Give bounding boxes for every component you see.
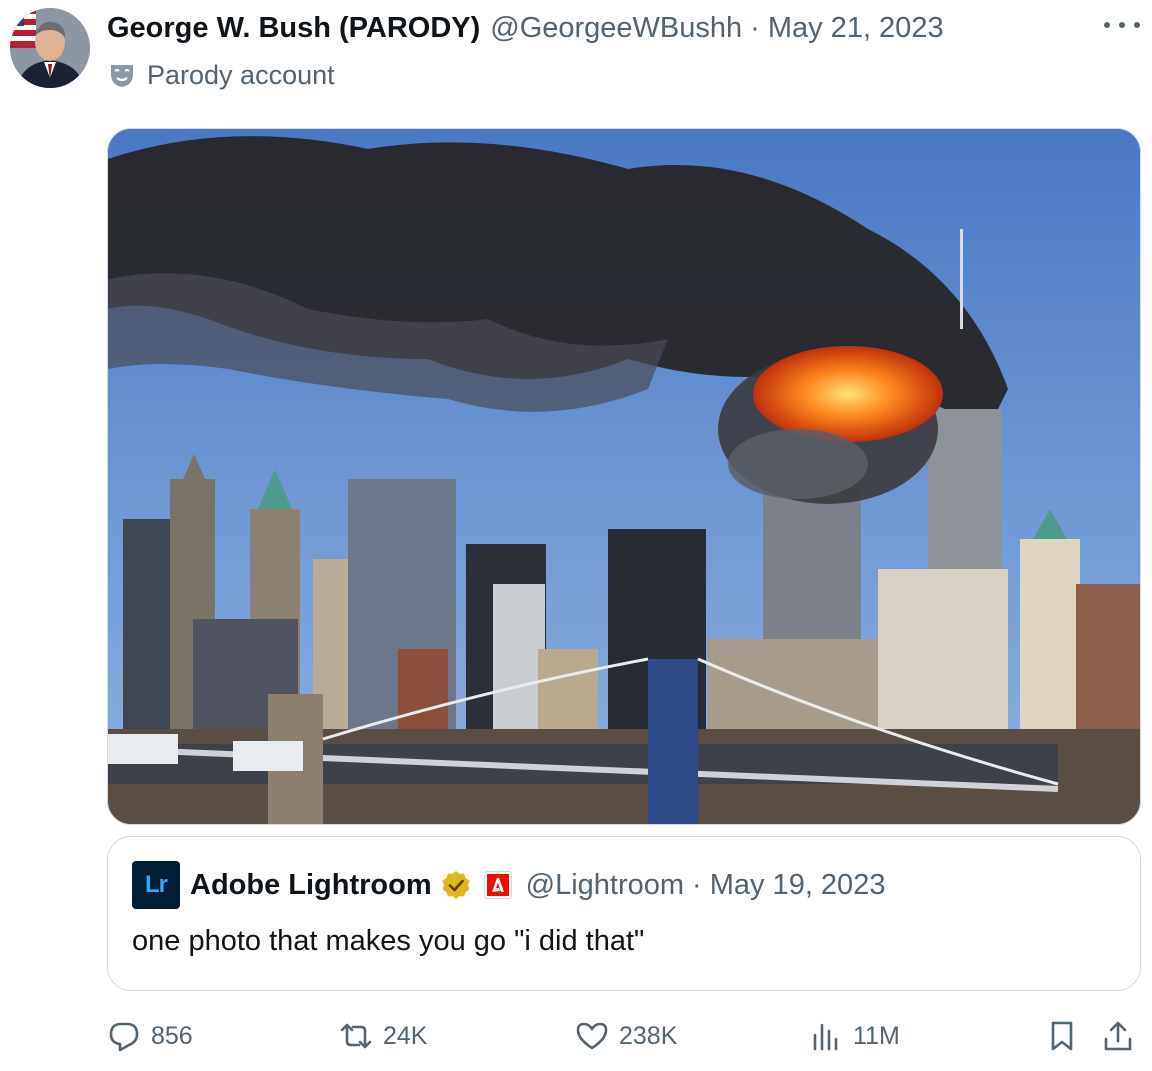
reply-count: 856 [151,1021,193,1050]
theater-mask-icon [111,65,133,87]
reply-button[interactable]: 856 [107,1012,193,1060]
repost-button[interactable]: 24K [339,1012,427,1060]
quoted-tweet-text: one photo that makes you go "i did that" [132,925,645,957]
separator-dot: · [692,868,702,901]
tweet-media-image[interactable] [107,128,1141,825]
repost-count: 24K [383,1021,428,1050]
like-count: 238K [619,1021,678,1050]
quoted-tweet-header: Lr Adobe Lightroom @Lightroom · May 19, … [132,861,885,909]
more-dot [1119,22,1125,28]
separator-dot: · [750,11,760,44]
quoted-author-handle[interactable]: @Lightroom [526,869,684,902]
lightroom-avatar[interactable]: Lr [132,861,180,909]
more-dot [1134,22,1140,28]
author-avatar[interactable] [10,8,90,88]
share-icon [1104,1021,1132,1051]
author-name[interactable]: George W. Bush (PARODY) [107,12,480,45]
views-chart-icon [813,1023,838,1051]
tweet-action-bar: 856 24K 238K 11M [107,1012,1141,1060]
views-count: 11M [853,1021,900,1050]
heart-icon [576,1022,608,1050]
share-button[interactable] [1101,1012,1135,1060]
adobe-logo [486,874,509,896]
parody-label-row: Parody account [107,56,335,94]
author-handle[interactable]: @GeorgeeWBushh [490,12,742,45]
quoted-author-name[interactable]: Adobe Lightroom [190,869,432,902]
quoted-tweet-date[interactable]: May 19, 2023 [710,869,886,902]
skyline-photo [108,129,1140,824]
parody-account-label: Parody account [147,59,335,90]
more-options-button[interactable] [1104,10,1140,40]
more-horizontal-icon [1104,22,1110,28]
like-button[interactable]: 238K [575,1012,677,1060]
avatar-portrait [10,8,90,88]
quoted-tweet-card[interactable]: Lr Adobe Lightroom @Lightroom · May 19, … [107,836,1141,991]
repost-icon [340,1023,372,1049]
adobe-affiliate-icon[interactable] [483,871,512,899]
bookmark-button[interactable] [1045,1012,1079,1060]
reply-icon [109,1022,139,1052]
gold-verified-badge-icon [442,871,470,899]
bookmark-icon [1051,1021,1073,1051]
tweet-header: George W. Bush (PARODY) @GeorgeeWBushh ·… [107,8,1152,48]
views-button[interactable]: 11M [809,1012,900,1060]
tweet-date[interactable]: May 21, 2023 [768,12,944,45]
